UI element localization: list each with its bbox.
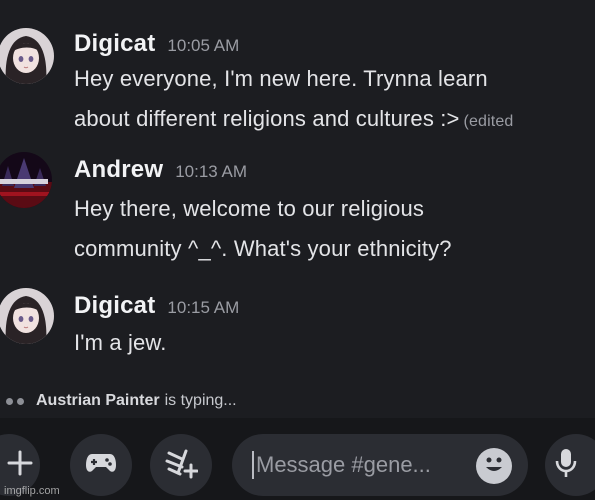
message-header: Andrew 10:13 AM	[74, 156, 247, 184]
activities-button[interactable]	[70, 434, 132, 496]
message-item[interactable]: Digicat 10:15 AM I'm a jew.	[0, 280, 595, 380]
watermark: imgflip.com	[4, 485, 60, 497]
typing-dots-icon	[6, 397, 24, 405]
emoji-icon	[476, 446, 512, 487]
message-text: community ^_^. What's your ethnicity?	[74, 236, 452, 261]
message-header: Digicat 10:05 AM	[74, 30, 239, 58]
microphone-icon	[555, 448, 577, 483]
plus-icon	[7, 450, 33, 481]
edited-label: (edited	[463, 113, 514, 130]
avatar-digicat[interactable]	[0, 288, 54, 344]
avatar-andrew[interactable]	[0, 152, 52, 208]
message-composer: Message #gene...	[0, 418, 595, 500]
gift-sparkle-icon	[164, 447, 199, 484]
author-name[interactable]: Digicat	[74, 30, 155, 58]
message-item[interactable]: Digicat 10:05 AM Hey everyone, I'm new h…	[0, 0, 595, 140]
message-text: about different religions and cultures :…	[74, 106, 460, 131]
gamepad-icon	[85, 451, 117, 480]
apps-button[interactable]	[150, 434, 212, 496]
timestamp: 10:13 AM	[175, 162, 248, 181]
message-text: I'm a jew.	[74, 330, 167, 355]
message-text: Hey everyone, I'm new here. Trynna learn	[74, 66, 488, 91]
timestamp: 10:05 AM	[167, 36, 240, 55]
typing-user: Austrian Painter	[36, 392, 160, 409]
message-input-placeholder: Message #gene...	[256, 452, 431, 477]
author-name[interactable]: Digicat	[74, 292, 155, 320]
typing-indicator: Austrian Painter is typing...	[0, 386, 595, 416]
message-text: Hey there, welcome to our religious	[74, 196, 425, 221]
message-header: Digicat 10:15 AM	[74, 292, 239, 320]
chat-screen: Digicat 10:05 AM Hey everyone, I'm new h…	[0, 0, 595, 500]
author-name[interactable]: Andrew	[74, 156, 163, 184]
avatar-digicat[interactable]	[0, 28, 54, 84]
typing-label: is typing...	[164, 392, 237, 409]
voice-message-button[interactable]	[545, 434, 595, 496]
timestamp: 10:15 AM	[167, 298, 240, 317]
emoji-button[interactable]	[476, 448, 512, 484]
text-caret	[252, 451, 254, 479]
message-text-line: about different religions and cultures :…	[74, 106, 513, 132]
message-item[interactable]: Andrew 10:13 AM Hey there, welcome to ou…	[0, 140, 595, 280]
